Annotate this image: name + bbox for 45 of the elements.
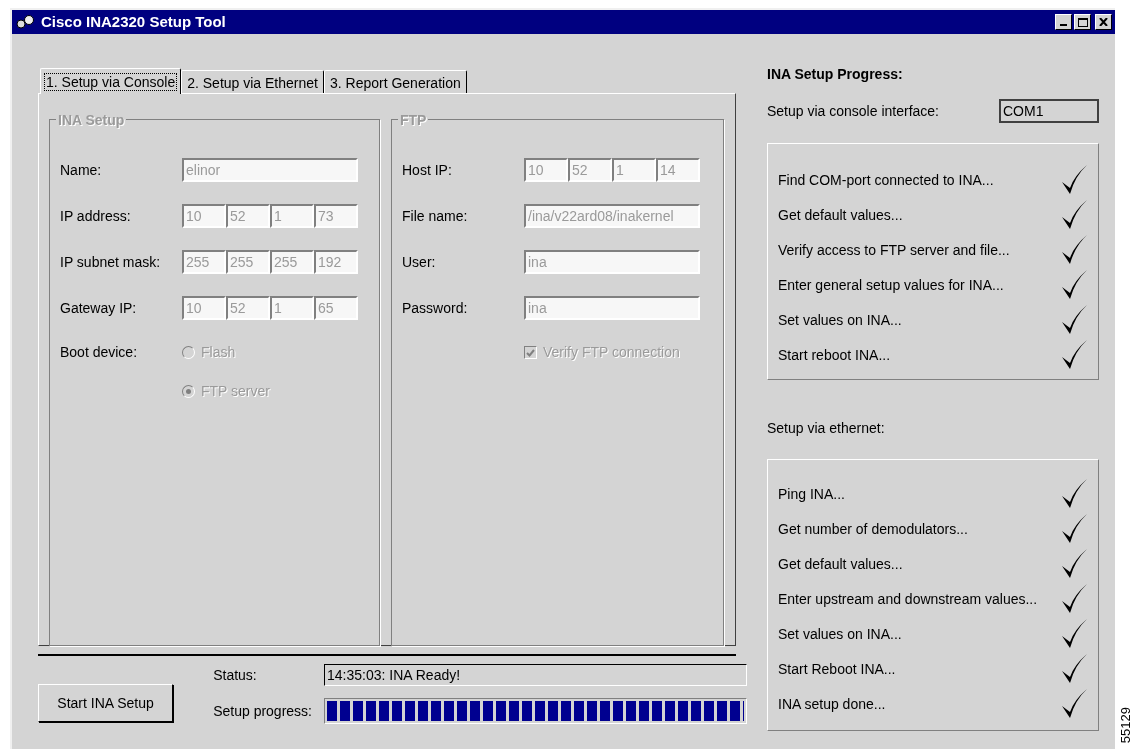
step-label: Get default values...: [778, 205, 903, 225]
field-label: IP subnet mask:: [60, 252, 162, 272]
step-label: Enter general setup values for INA...: [778, 275, 1004, 295]
radio-label: FTP server: [201, 382, 270, 401]
field-label: Boot device:: [60, 343, 139, 362]
app-icon: [15, 14, 37, 30]
step-label: Verify access to FTP server and file...: [778, 240, 1010, 260]
radio-label: Flash: [201, 343, 236, 362]
start-setup-button[interactable]: Start INA Setup: [38, 684, 174, 722]
field-label: User:: [402, 252, 437, 272]
console-label: Setup via console interface:: [767, 101, 939, 121]
step-label: Get number of demodulators...: [778, 519, 968, 539]
maximize-button[interactable]: [1074, 14, 1091, 30]
step-label: Start Reboot INA...: [778, 659, 896, 679]
setup-progress-label: Setup progress:: [213, 701, 312, 721]
tab[interactable]: 3. Report Generation: [323, 70, 467, 93]
step-label: Set values on INA...: [778, 310, 902, 330]
minimize-button[interactable]: [1055, 14, 1072, 30]
status-label: Status:: [213, 665, 258, 685]
field-label: File name:: [402, 206, 469, 226]
progress-title: INA Setup Progress:: [767, 65, 904, 84]
step-label: Get default values...: [778, 554, 903, 574]
tab[interactable]: 2. Setup via Ethernet: [181, 70, 324, 93]
field-label: Password:: [402, 298, 469, 318]
field-label: IP address:: [60, 206, 132, 226]
step-label: Enter upstream and downstream values...: [778, 589, 1038, 609]
minimize-icon: [1060, 24, 1067, 26]
figure-number: 55129: [1119, 706, 1133, 743]
step-label: INA setup done...: [778, 694, 886, 714]
step-label: Set values on INA...: [778, 624, 902, 644]
step-label: Start reboot INA...: [778, 345, 891, 365]
close-button[interactable]: [1095, 14, 1112, 30]
step-label: Find COM-port connected to INA...: [778, 170, 994, 190]
field-label: Host IP:: [402, 160, 453, 180]
checkbox-label: Verify FTP connection: [543, 343, 680, 362]
window-title: Cisco INA2320 Setup Tool: [41, 11, 227, 32]
ethernet-label: Setup via ethernet:: [767, 419, 886, 438]
tab[interactable]: 1. Setup via Console: [40, 68, 182, 94]
maximize-icon: [1077, 17, 1088, 27]
step-label: Ping INA...: [778, 484, 845, 504]
field-label: Gateway IP:: [60, 298, 138, 318]
com-port-field: COM1: [999, 99, 1099, 123]
field-label: Name:: [60, 160, 103, 180]
status-field: 14:35:03: INA Ready!: [324, 664, 747, 686]
close-icon: [1099, 18, 1108, 26]
